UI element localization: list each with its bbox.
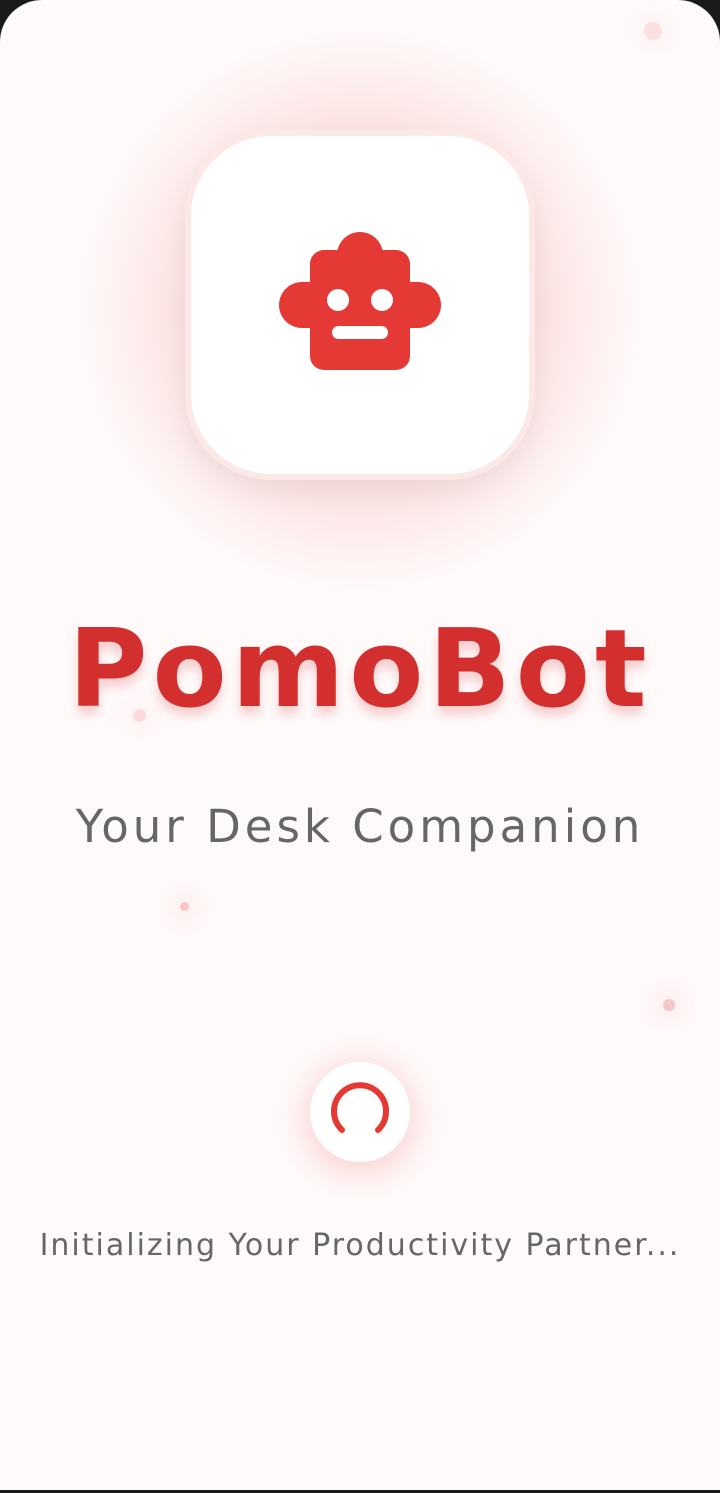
loading-status-text: Initializing Your Productivity Partner..… xyxy=(39,1228,681,1263)
loading-spinner-icon xyxy=(331,1082,389,1133)
robot-icon xyxy=(279,232,441,370)
app-tagline: Your Desk Companion xyxy=(75,800,645,853)
app-logo-card xyxy=(185,130,535,480)
app-title: PomoBot xyxy=(68,607,652,732)
splash-screen: PomoBot Your Desk Companion Initializing… xyxy=(0,0,720,1490)
decorative-dot xyxy=(644,22,662,40)
decorative-dot xyxy=(663,999,675,1011)
decorative-dot xyxy=(180,902,189,911)
loading-indicator xyxy=(310,1062,410,1162)
